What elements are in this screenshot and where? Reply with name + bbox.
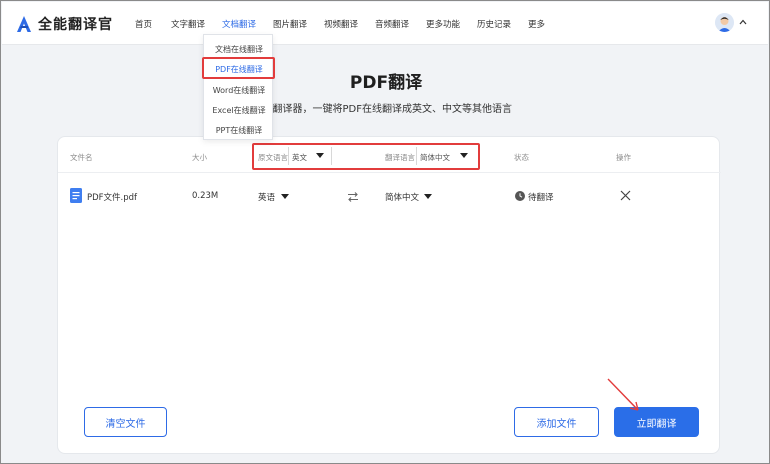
avatar-icon xyxy=(715,13,734,32)
header-status: 状态 xyxy=(514,153,529,162)
pdf-item-highlight-box xyxy=(202,57,275,79)
nav-item-video-translate[interactable]: 视频翻译 xyxy=(324,18,358,30)
divider xyxy=(288,147,289,165)
divider xyxy=(416,147,417,165)
nav-item-image-translate[interactable]: 图片翻译 xyxy=(273,18,307,30)
app-name: 全能翻译官 xyxy=(38,17,113,33)
header-action: 操作 xyxy=(616,153,631,162)
dropdown-item-excel-online[interactable]: Excel在线翻译 xyxy=(204,105,274,116)
caret-down-icon[interactable] xyxy=(424,194,432,199)
header-file-name: 文件名 xyxy=(70,153,93,162)
file-name: PDF文件.pdf xyxy=(87,193,138,203)
dropdown-item-word-online[interactable]: Word在线翻译 xyxy=(204,85,274,96)
top-header: 全能翻译官 首页 文字翻译 文档翻译 图片翻译 视频翻译 音频翻译 更多功能 历… xyxy=(2,2,768,45)
chevron-up-icon[interactable] xyxy=(739,19,747,25)
file-size: 0.23M xyxy=(192,191,219,201)
nav-item-audio-translate[interactable]: 音频翻译 xyxy=(375,18,409,30)
header-size: 大小 xyxy=(192,153,207,162)
logo[interactable]: 全能翻译官 xyxy=(16,14,113,34)
table-row: PDF文件.pdf 0.23M 英语 简体中文 待翻译 xyxy=(58,173,721,221)
dropdown-item-ppt-online[interactable]: PPT在线翻译 xyxy=(204,125,274,136)
nav-item-doc-translate[interactable]: 文档翻译 xyxy=(222,18,256,30)
source-lang-select[interactable]: 英文 xyxy=(292,152,307,163)
caret-down-icon[interactable] xyxy=(316,153,324,158)
row-source-lang-select[interactable]: 英语 xyxy=(258,191,275,203)
file-icon xyxy=(70,188,82,203)
clock-icon xyxy=(515,191,525,201)
nav-item-history[interactable]: 历史记录 xyxy=(477,18,511,30)
table-header: 文件名 大小 原文语言 英文 翻译语言 简体中文 状态 操作 xyxy=(58,137,721,173)
nav-item-home[interactable]: 首页 xyxy=(135,18,152,30)
close-icon[interactable] xyxy=(620,190,631,201)
nav-item-more[interactable]: 更多 xyxy=(528,18,545,30)
nav-item-text-translate[interactable]: 文字翻译 xyxy=(171,18,205,30)
divider xyxy=(331,147,332,165)
caret-down-icon[interactable] xyxy=(281,194,289,199)
row-target-lang-select[interactable]: 简体中文 xyxy=(385,191,419,203)
caret-down-icon[interactable] xyxy=(460,153,468,158)
swap-icon[interactable] xyxy=(347,191,359,203)
dropdown-item-doc-online[interactable]: 文档在线翻译 xyxy=(204,44,274,55)
add-file-button[interactable]: 添加文件 xyxy=(514,407,599,437)
page-title: PDF翻译 xyxy=(349,73,423,93)
clear-files-button[interactable]: 清空文件 xyxy=(84,407,167,437)
doc-translate-dropdown: 文档在线翻译 PDF在线翻译 Word在线翻译 Excel在线翻译 PPT在线翻… xyxy=(203,34,273,140)
header-source-lang-label: 原文语言 xyxy=(258,153,288,162)
target-lang-select[interactable]: 简体中文 xyxy=(420,152,450,163)
page-subtitle: PDF翻译器，一键将PDF在线翻译成英文、中文等其他语言 xyxy=(253,104,512,115)
page-frame: 全能翻译官 首页 文字翻译 文档翻译 图片翻译 视频翻译 音频翻译 更多功能 历… xyxy=(0,0,770,464)
status-badge: 待翻译 xyxy=(528,193,554,203)
header-target-lang-label: 翻译语言 xyxy=(385,153,415,162)
avatar[interactable] xyxy=(715,13,734,32)
logo-icon xyxy=(17,16,31,32)
nav-item-more-features[interactable]: 更多功能 xyxy=(426,18,460,30)
arrow-annotation xyxy=(607,378,639,411)
